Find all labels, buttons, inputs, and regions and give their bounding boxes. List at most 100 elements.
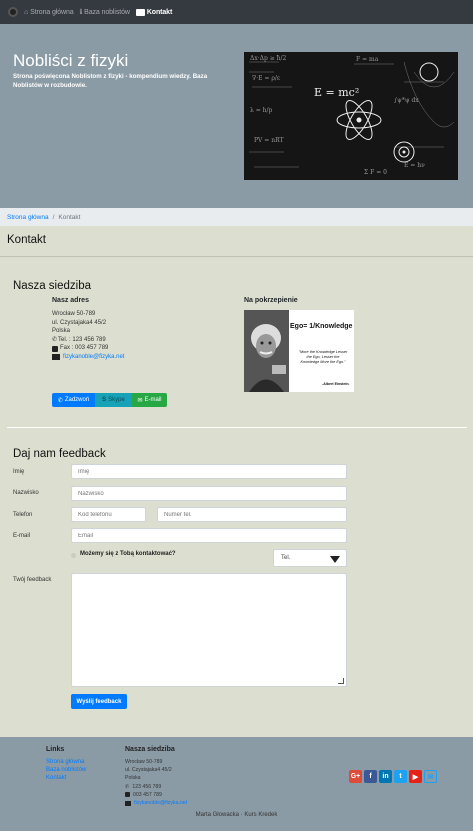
youtube-icon[interactable]: ▶ [409,770,422,783]
footer-fax-row: 003 457 789 [125,791,187,799]
info-icon: ℹ [79,9,83,16]
nav-item-label: Kontakt [146,8,173,16]
call-button[interactable]: ✆ Zadzwoń [52,393,95,407]
nav-item-label: Baza noblistów [84,8,130,16]
nav-item-label: Strona główna [30,8,74,16]
footer-email-link[interactable]: fizykanoble@fizyka.net [134,799,187,807]
phone-text: Tel. : 123 456 789 [58,336,106,343]
surname-input[interactable] [71,486,347,501]
footer-link-database[interactable]: Baza noblistów [46,766,86,774]
svg-text:F = ma: F = ma [356,56,379,63]
address-line: Polska [52,328,71,335]
einstein-quote-author: -Albert Einstein. [322,382,350,386]
phone-icon: ✆ [125,783,130,790]
contact-consent-checkbox[interactable] [71,553,76,558]
svg-text:E = mc²: E = mc² [314,86,359,99]
page-title: Kontakt [7,234,46,246]
envelope-icon [125,800,131,806]
caret-down-icon [330,556,340,563]
hero-title: Nobliści z fizyki [13,51,129,70]
twitter-icon[interactable]: t [394,770,407,783]
navbar: ⌂ Strona główna ℹ Baza noblistów Kontakt [0,0,473,24]
divider [0,256,473,257]
address-line: ul. Czystajaka4 45/2 [52,319,107,326]
address-title: Nasz adres [52,297,89,304]
envelope-icon [52,354,60,361]
resize-handle-icon[interactable] [338,678,344,684]
home-icon: ⌂ [24,8,29,16]
fax-row: Fax : 003 457 789 [52,344,124,353]
breadcrumb-separator: / [52,213,55,221]
feedback-label: Twój feedback [13,577,52,583]
breadcrumb-current: Kontakt [58,213,81,221]
footer-links: Strona główna Baza noblistów Kontakt [46,758,86,782]
seat-section-title: Nasza siedziba [13,280,91,292]
fax-icon [125,792,130,798]
footer-links-title: Links [46,746,65,753]
fax-icon [52,345,58,352]
facebook-icon[interactable]: f [364,770,377,783]
phone-number-input[interactable] [157,507,347,522]
footer: Links Strona główna Baza noblistów Konta… [0,737,473,831]
address-block: Wrocław 50-789 ul. Czystajaka4 45/2 Pols… [52,310,124,362]
contact-method-value: Tel. [281,555,291,561]
call-button-label: Zadzwoń [64,397,90,403]
footer-phone: 123 456 789 [132,783,162,790]
nav-item-home[interactable]: ⌂ Strona główna [24,9,74,16]
footer-address-line: Wrocław 50-789 [125,759,163,765]
feedback-textarea[interactable] [71,573,347,687]
inspiration-title: Na pokrzepienie [244,297,298,304]
hero-subtitle: Strona poświęcona Noblistom z fizyki - k… [13,73,208,89]
einstein-quote-text: "More the Knowledge Lesser the Ego, Less… [298,350,348,364]
footer-address-title: Nasza siedziba [125,746,175,753]
svg-text:Δx·Δp ≥ ħ/2: Δx·Δp ≥ ħ/2 [250,55,287,62]
physics-blackboard-image: Δx·Δp ≥ ħ/2 ∇·E = ρ/ε F = ma ∫ψ*ψ dx λ =… [244,52,458,180]
phone-icon: ✆ [57,397,63,404]
address-line: Wrocław 50-789 [52,311,96,317]
breadcrumb-home-link[interactable]: Strona główna [7,214,49,221]
einstein-quote-title: Ego= 1/Knowledge [290,323,353,330]
section-divider [7,427,467,428]
phone-label: Telefon [13,512,33,518]
skype-button-label: Skype [108,397,125,403]
name-label: Imię [13,469,25,475]
google-plus-icon[interactable]: G+ [349,770,362,783]
surname-label: Nazwisko [13,490,39,496]
envelope-icon: ✉ [137,397,143,404]
contact-button-group: ✆ Zadzwoń S Skype ✉ E-mail [52,393,167,407]
footer-fax: 003 457 789 [133,791,162,798]
skype-button[interactable]: S Skype [95,393,132,407]
svg-text:PV = nRT: PV = nRT [254,137,284,144]
email-label: E-mail [13,533,31,539]
footer-phone-row: ✆ 123 456 789 [125,783,187,791]
svg-text:∫ψ*ψ dx: ∫ψ*ψ dx [394,97,419,104]
linkedin-icon[interactable]: in [379,770,392,783]
svg-text:λ = h/p: λ = h/p [250,107,273,114]
svg-text:∇·E = ρ/ε: ∇·E = ρ/ε [252,75,280,82]
footer-address: Wrocław 50-789 ul. Czystajaka4 45/2 Pols… [125,758,187,807]
footer-email-row: fizykanoble@fizyka.net [125,799,187,807]
svg-text:Σ F = 0: Σ F = 0 [364,169,387,176]
footer-address-line: ul. Czystajaka4 45/2 [125,767,172,774]
email-button[interactable]: ✉ E-mail [132,393,167,407]
email-row: fizykanoble@fizyka.net [52,353,124,362]
name-input[interactable] [71,464,347,479]
contact-method-select[interactable]: Tel. [273,549,347,567]
contact-card-icon [135,8,145,16]
mail-icon[interactable]: ✉ [424,770,437,783]
nav-item-contact[interactable]: Kontakt [135,8,173,16]
footer-link-contact[interactable]: Kontakt [46,774,86,782]
footer-link-home[interactable]: Strona główna [46,758,86,766]
breadcrumb: Strona główna / Kontakt [0,208,473,226]
feedback-section-title: Daj nam feedback [13,448,106,460]
email-link[interactable]: fizykanoble@fizyka.net [63,353,124,362]
phone-row: ✆ Tel. : 123 456 789 [52,336,124,345]
nav-item-database[interactable]: ℹ Baza noblistów [79,8,130,17]
hero-jumbotron: Nobliści z fizyki Strona poświęcona Nobl… [0,24,473,208]
phone-code-input[interactable] [71,507,146,522]
atom-logo-icon[interactable] [8,7,18,17]
email-input[interactable] [71,528,347,543]
submit-feedback-button[interactable]: Wyślij feedback [71,694,127,709]
phone-icon: ✆ [52,336,58,343]
skype-icon: S [102,397,107,403]
